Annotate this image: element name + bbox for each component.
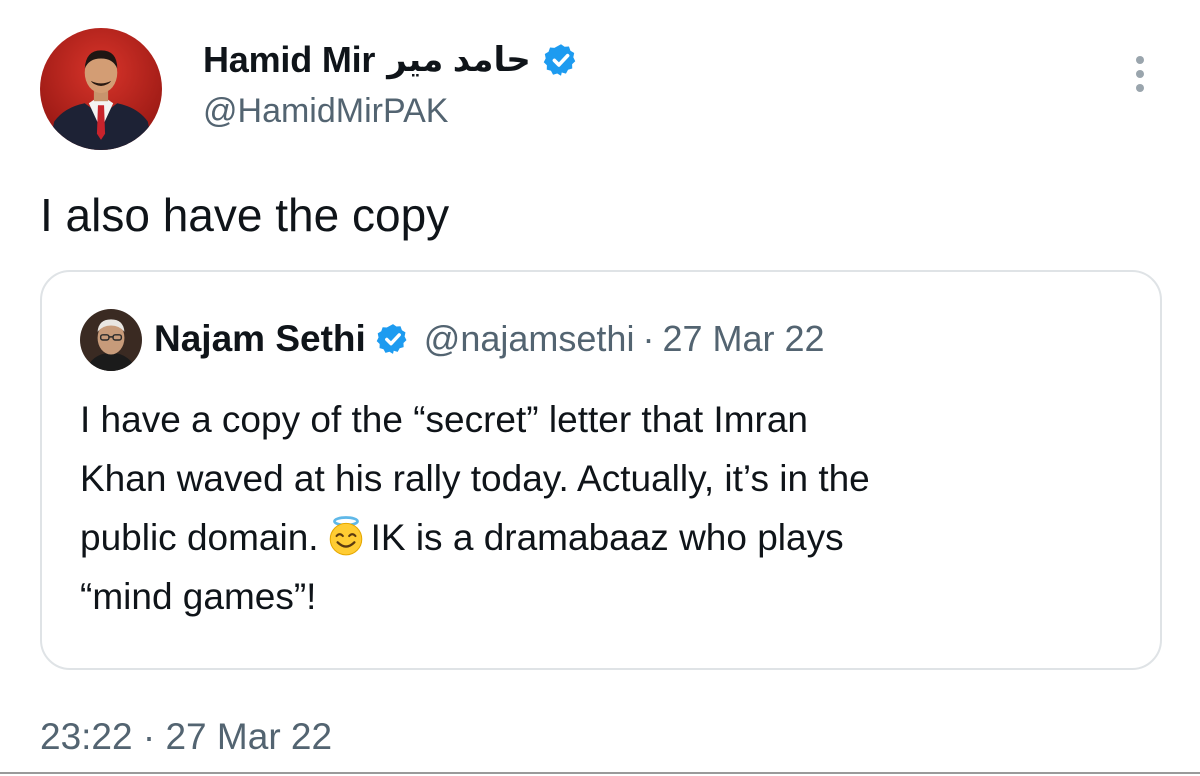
quoted-author-handle[interactable]: @najamsethi	[424, 318, 635, 360]
quoted-text-line: Khan waved at his rally today. Actually,…	[80, 458, 870, 499]
tweet-timestamp-separator: ·	[142, 716, 156, 757]
quoted-tweet-date[interactable]: 27 Mar 22	[662, 318, 824, 360]
more-options-icon-dot	[1136, 84, 1144, 92]
more-options-icon-dot	[1136, 70, 1144, 78]
quoted-tweet-header: Najam Sethi @najamsethi · 27 Mar 22	[154, 314, 825, 364]
author-name-row[interactable]: Hamid Mir حامد میر	[203, 36, 579, 84]
quoted-tweet-text: I have a copy of the “secret” letter tha…	[80, 390, 1140, 626]
more-options-icon	[1136, 56, 1144, 64]
quoted-date-separator: ·	[642, 318, 655, 359]
author-name[interactable]: Hamid Mir	[203, 39, 375, 81]
quoted-text-line: public domain. IK is a dramabaaz who pla…	[80, 508, 1140, 567]
tweet-date: 27 Mar 22	[165, 716, 333, 757]
quoted-author-avatar[interactable]	[80, 309, 142, 371]
author-name-urdu[interactable]: حامد میر	[387, 40, 531, 80]
quoted-author-name[interactable]: Najam Sethi	[154, 318, 366, 360]
quoted-verified-badge-icon	[376, 322, 410, 356]
tweet-timestamp[interactable]: 23:22 · 27 Mar 22	[40, 716, 332, 758]
author-handle[interactable]: @HamidMirPAK	[203, 92, 448, 131]
smiling-face-with-halo-emoji-icon	[325, 515, 367, 557]
tweet-text: I also have the copy	[40, 189, 450, 241]
quoted-tweet-card[interactable]: Najam Sethi @najamsethi · 27 Mar 22 I ha…	[40, 270, 1162, 670]
quoted-text-line: “mind games”!	[80, 576, 317, 617]
quoted-text-segment: public domain.	[80, 517, 319, 558]
quoted-text-segment: IK is a dramabaaz who plays	[370, 517, 844, 558]
quoted-text-line: I have a copy of the “secret” letter tha…	[80, 399, 809, 440]
more-options-button[interactable]	[1118, 48, 1162, 100]
tweet-time: 23:22	[40, 716, 133, 757]
quoted-author-avatar-image	[80, 309, 142, 371]
bottom-divider	[0, 772, 1200, 774]
verified-badge-icon	[543, 42, 579, 78]
author-avatar-image	[40, 28, 162, 150]
author-avatar[interactable]	[40, 28, 162, 150]
